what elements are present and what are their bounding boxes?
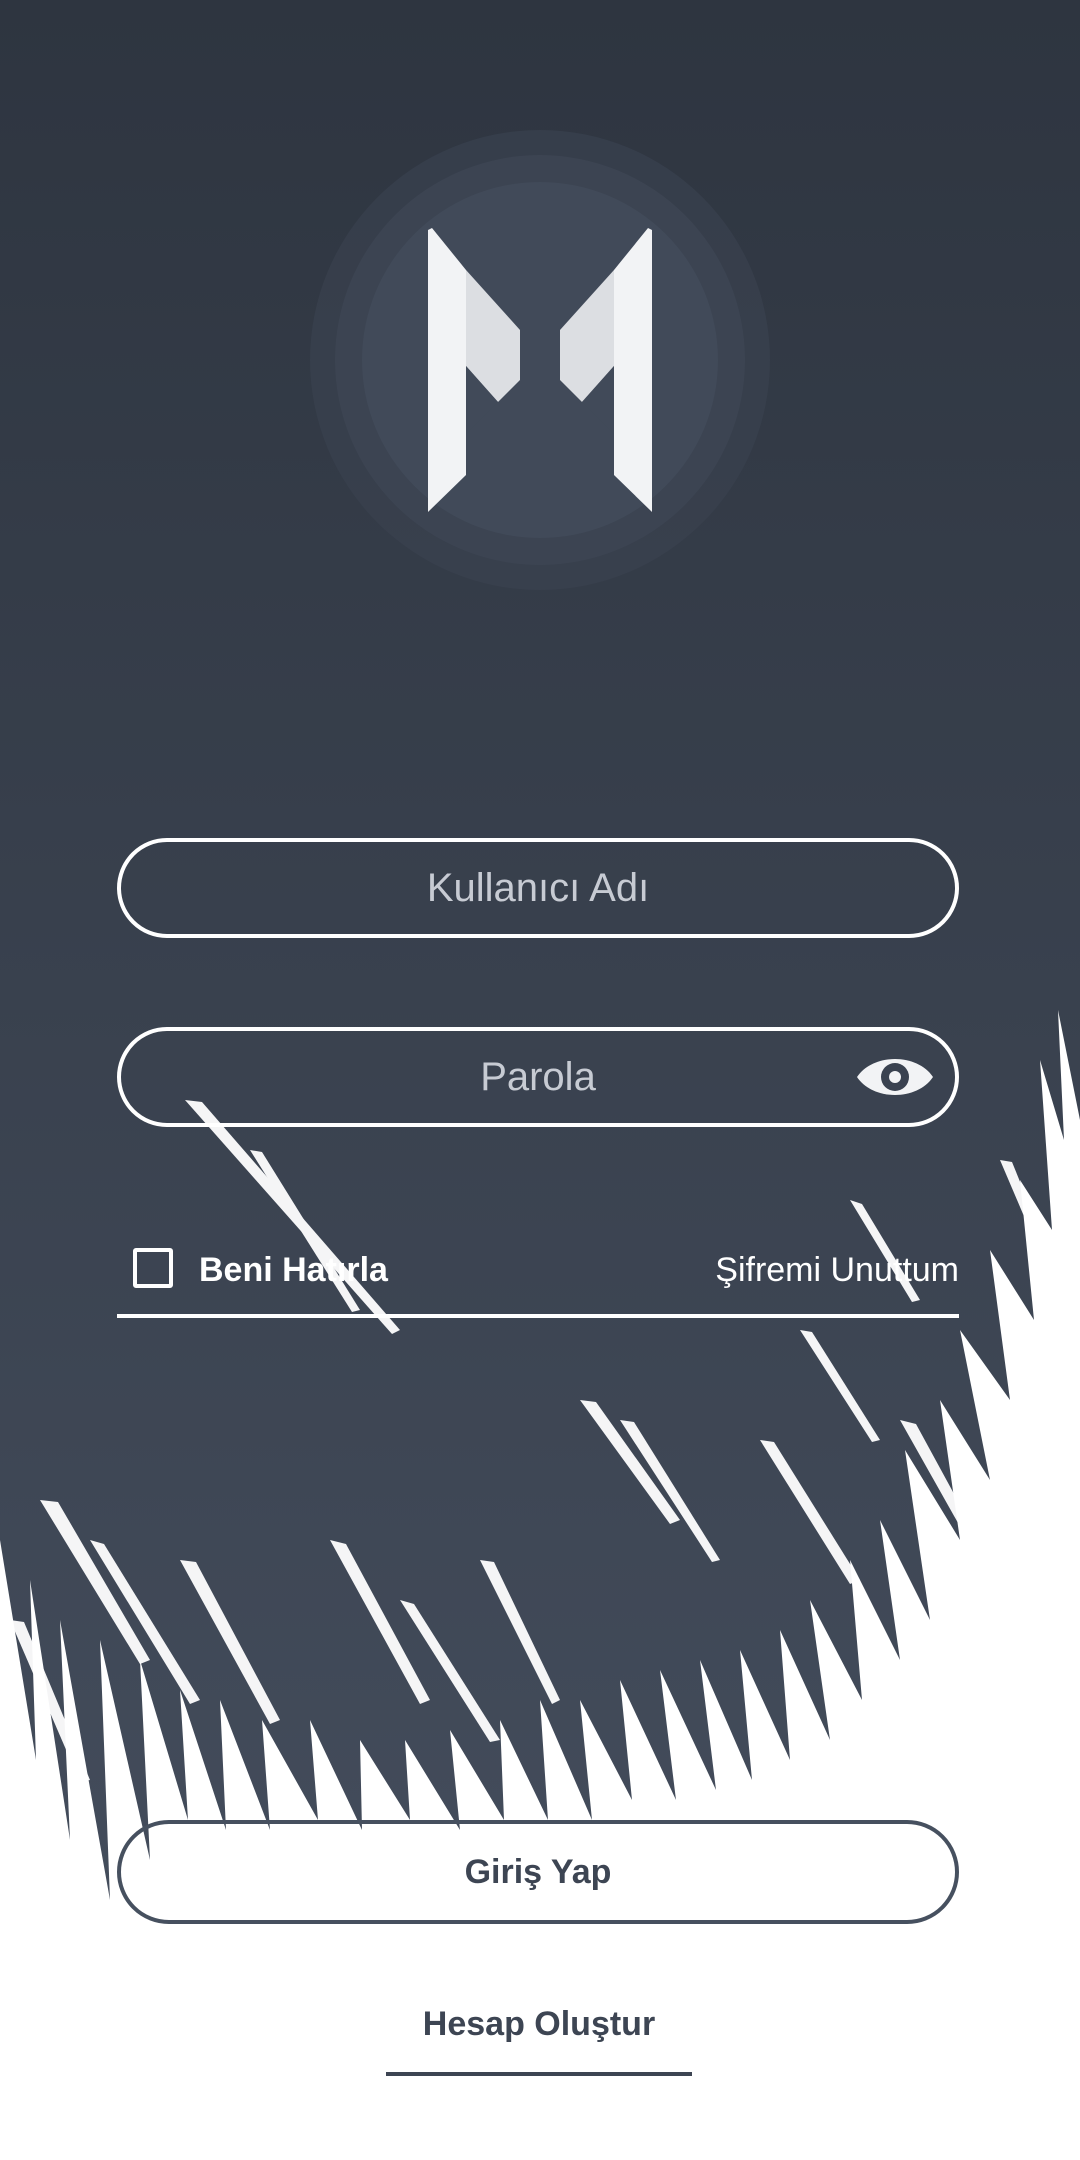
remember-me-checkbox[interactable] [133,1248,173,1288]
m-logo-icon [310,130,770,590]
login-button[interactable]: Giriş Yap [117,1820,959,1924]
remember-me-label[interactable]: Beni Hatırla [199,1250,388,1290]
options-row: Beni Hatırla Şifremi Unuttum [117,1240,959,1318]
username-input[interactable] [121,841,955,935]
password-field[interactable] [117,1027,959,1127]
forgot-password-link[interactable]: Şifremi Unuttum [715,1250,959,1290]
eye-icon[interactable] [853,1047,937,1107]
password-input[interactable] [121,1030,955,1124]
create-account-link[interactable]: Hesap Oluştur [386,1996,692,2076]
username-field[interactable] [117,838,959,938]
